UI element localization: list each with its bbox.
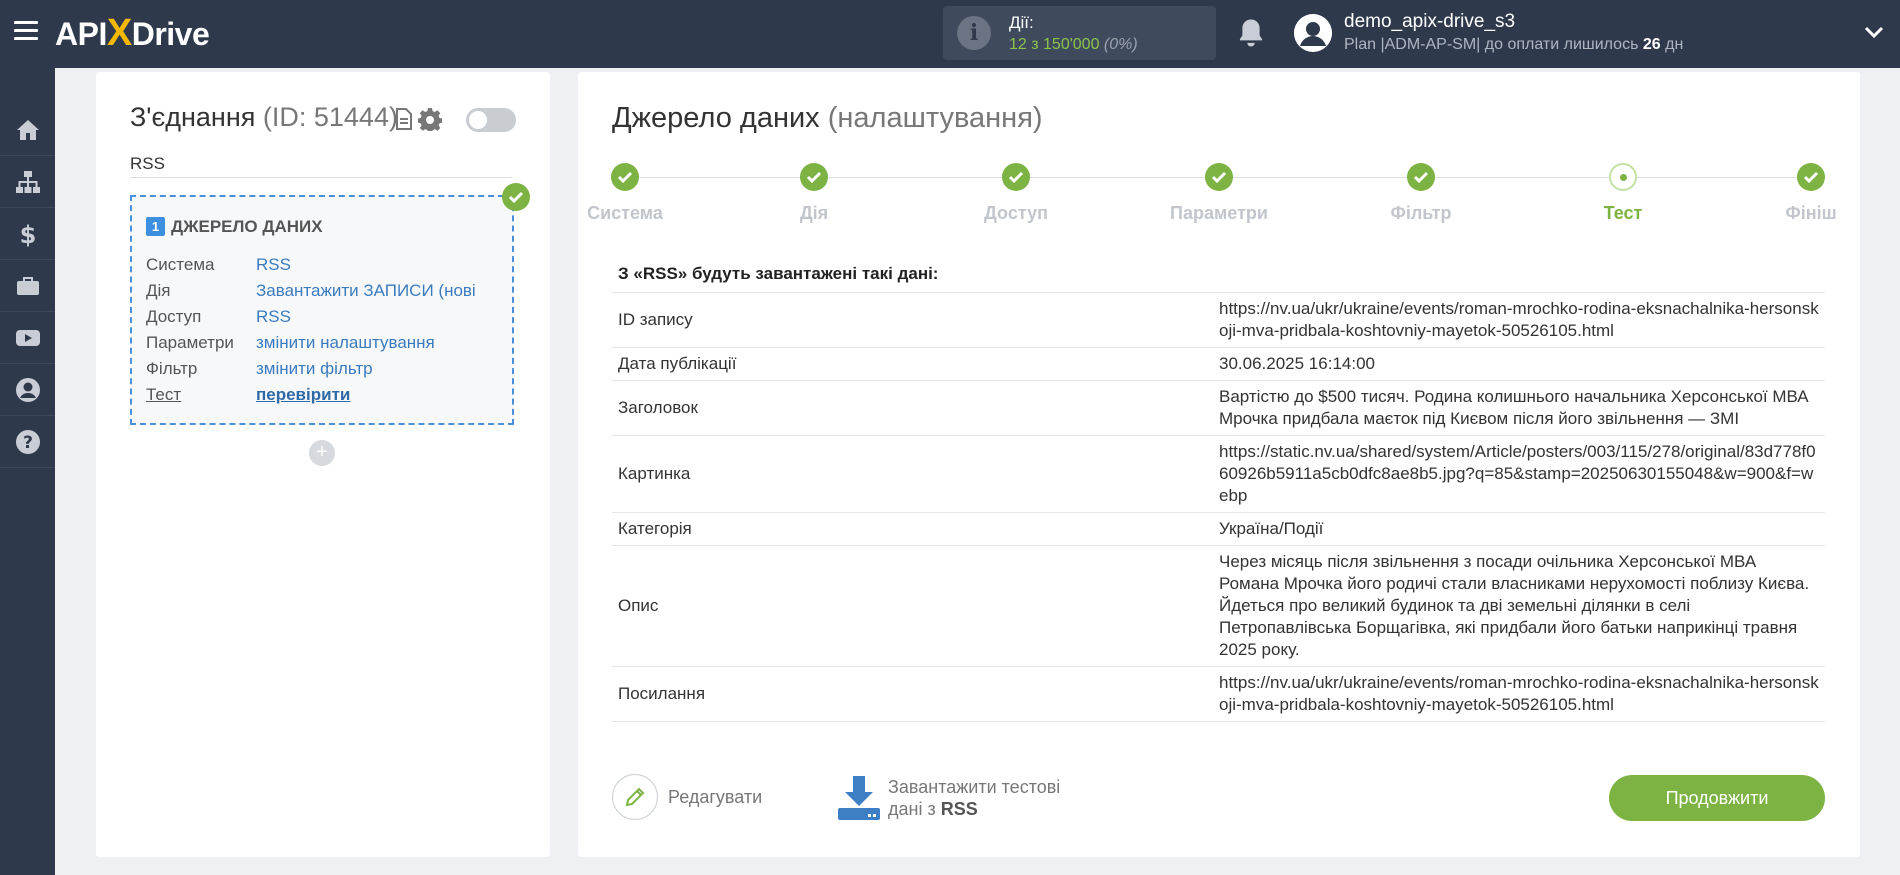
source-row-test: Тест перевірити	[146, 385, 351, 404]
table-row: Заголовок Вартістю до $500 тисяч. Родина …	[612, 380, 1825, 436]
check-icon	[1407, 163, 1435, 191]
source-rows: Система RSS Дія Завантажити ЗАПИСИ (нові Д…	[146, 255, 476, 411]
source-block[interactable]: 1 ДЖЕРЕЛО ДАНИХ Система RSS Дія Завантажити…	[130, 195, 514, 425]
system-link[interactable]: RSS	[256, 255, 291, 274]
access-link[interactable]: RSS	[256, 307, 291, 326]
sidebar-item-account[interactable]	[0, 364, 55, 416]
sidebar-item-help[interactable]: ?	[0, 416, 55, 468]
table-row: Категорія Україна/Події	[612, 512, 1825, 546]
svg-text:$: $	[19, 221, 36, 247]
connection-title: З'єднання (ID: 51444)	[130, 102, 398, 132]
user-icon	[15, 377, 40, 402]
test-link[interactable]: перевірити	[256, 385, 350, 404]
dollar-icon: $	[19, 221, 36, 247]
current-step-dot	[1609, 163, 1637, 191]
sidebar-item-connections[interactable]	[0, 156, 55, 208]
sidebar-item-billing[interactable]: $	[0, 208, 55, 260]
check-icon	[502, 183, 530, 211]
home-icon	[16, 119, 39, 140]
download-icon	[838, 776, 880, 820]
source-settings-card: Джерело даних (налаштування) Система Дія…	[578, 72, 1860, 857]
step-filter[interactable]: Фільтр	[1341, 163, 1501, 224]
user-name[interactable]: demo_apix-drive_s3	[1344, 11, 1515, 33]
source-row-params: Параметри змінити налаштування	[146, 333, 435, 352]
continue-button[interactable]: Продовжити	[1609, 775, 1825, 821]
action-link[interactable]: Завантажити ЗАПИСИ (нові	[256, 281, 476, 300]
pencil-icon	[612, 774, 658, 820]
check-icon	[800, 163, 828, 191]
source-number: 1	[146, 217, 165, 236]
actions-label: Дії:	[1009, 13, 1034, 32]
youtube-icon	[15, 329, 40, 346]
source-header: 1 ДЖЕРЕЛО ДАНИХ	[146, 217, 323, 237]
filter-link[interactable]: змінити фільтр	[256, 359, 373, 378]
gear-icon[interactable]	[418, 107, 442, 131]
avatar[interactable]	[1294, 14, 1332, 52]
table-row: Посилання https://nv.ua/ukr/ukraine/event…	[612, 666, 1825, 722]
chevron-down-icon[interactable]	[1862, 22, 1886, 42]
info-icon: i	[957, 16, 991, 50]
check-icon	[1797, 163, 1825, 191]
step-params[interactable]: Параметри	[1139, 163, 1299, 224]
check-icon	[1205, 163, 1233, 191]
connection-name[interactable]: RSS	[130, 154, 512, 178]
sidebar-item-video[interactable]	[0, 312, 55, 364]
sitemap-icon	[15, 170, 40, 193]
edit-button[interactable]: Редагувати	[612, 774, 762, 820]
params-link[interactable]: змінити налаштування	[256, 333, 435, 352]
help-icon: ?	[15, 429, 40, 454]
table-row: ID запису https://nv.ua/ukr/ukraine/event…	[612, 292, 1825, 348]
check-icon	[1002, 163, 1030, 191]
menu-icon[interactable]	[14, 21, 38, 43]
page-title: Джерело даних (налаштування)	[612, 102, 1043, 134]
logo[interactable]: APIXDrive	[55, 12, 210, 55]
sidebar-item-home[interactable]	[0, 104, 55, 156]
source-row-action: Дія Завантажити ЗАПИСИ (нові	[146, 281, 476, 300]
download-label: Завантажити тестові дані з RSS	[888, 777, 1061, 819]
sidebar: $ ?	[0, 68, 55, 875]
table-row: Опис Через місяць після звільнення з поса…	[612, 545, 1825, 667]
actions-counter[interactable]: i Дії: 12 з 150'000 (0%)	[943, 6, 1216, 60]
document-icon[interactable]	[395, 108, 413, 130]
top-bar: APIXDrive i Дії: 12 з 150'000 (0%) demo_…	[0, 0, 1900, 68]
step-finish[interactable]: Фініш	[1731, 163, 1891, 224]
actions-value: 12 з 150'000 (0%)	[1009, 36, 1138, 53]
source-row-access: Доступ RSS	[146, 307, 291, 326]
data-table: ID запису https://nv.ua/ukr/ukraine/event…	[612, 292, 1825, 722]
step-action[interactable]: Дія	[734, 163, 894, 224]
data-title: З «RSS» будуть завантажені такі дані:	[618, 264, 939, 283]
download-test-data-button[interactable]: Завантажити тестові дані з RSS	[836, 774, 1060, 822]
connection-card: З'єднання (ID: 51444) RSS 1 ДЖЕРЕЛО ДАНИХ…	[96, 72, 550, 857]
step-test[interactable]: Тест	[1543, 163, 1703, 224]
check-icon	[611, 163, 639, 191]
connection-toggle[interactable]	[466, 108, 516, 132]
add-step-button[interactable]: +	[309, 440, 335, 466]
user-plan: Plan |ADM-AP-SM| до оплати лишилось 26 д…	[1344, 36, 1684, 53]
table-row: Картинка https://static.nv.ua/shared/syst…	[612, 435, 1825, 513]
edit-label: Редагувати	[668, 786, 763, 807]
step-access[interactable]: Доступ	[936, 163, 1096, 224]
bell-icon[interactable]	[1236, 17, 1266, 49]
briefcase-icon	[16, 276, 39, 295]
source-row-system: Система RSS	[146, 255, 291, 274]
svg-text:?: ?	[23, 433, 33, 453]
sidebar-item-services[interactable]	[0, 260, 55, 312]
table-row: Дата публікації 30.06.2025 16:14:00	[612, 347, 1825, 381]
source-row-filter: Фільтр змінити фільтр	[146, 359, 373, 378]
step-system[interactable]: Система	[545, 163, 705, 224]
